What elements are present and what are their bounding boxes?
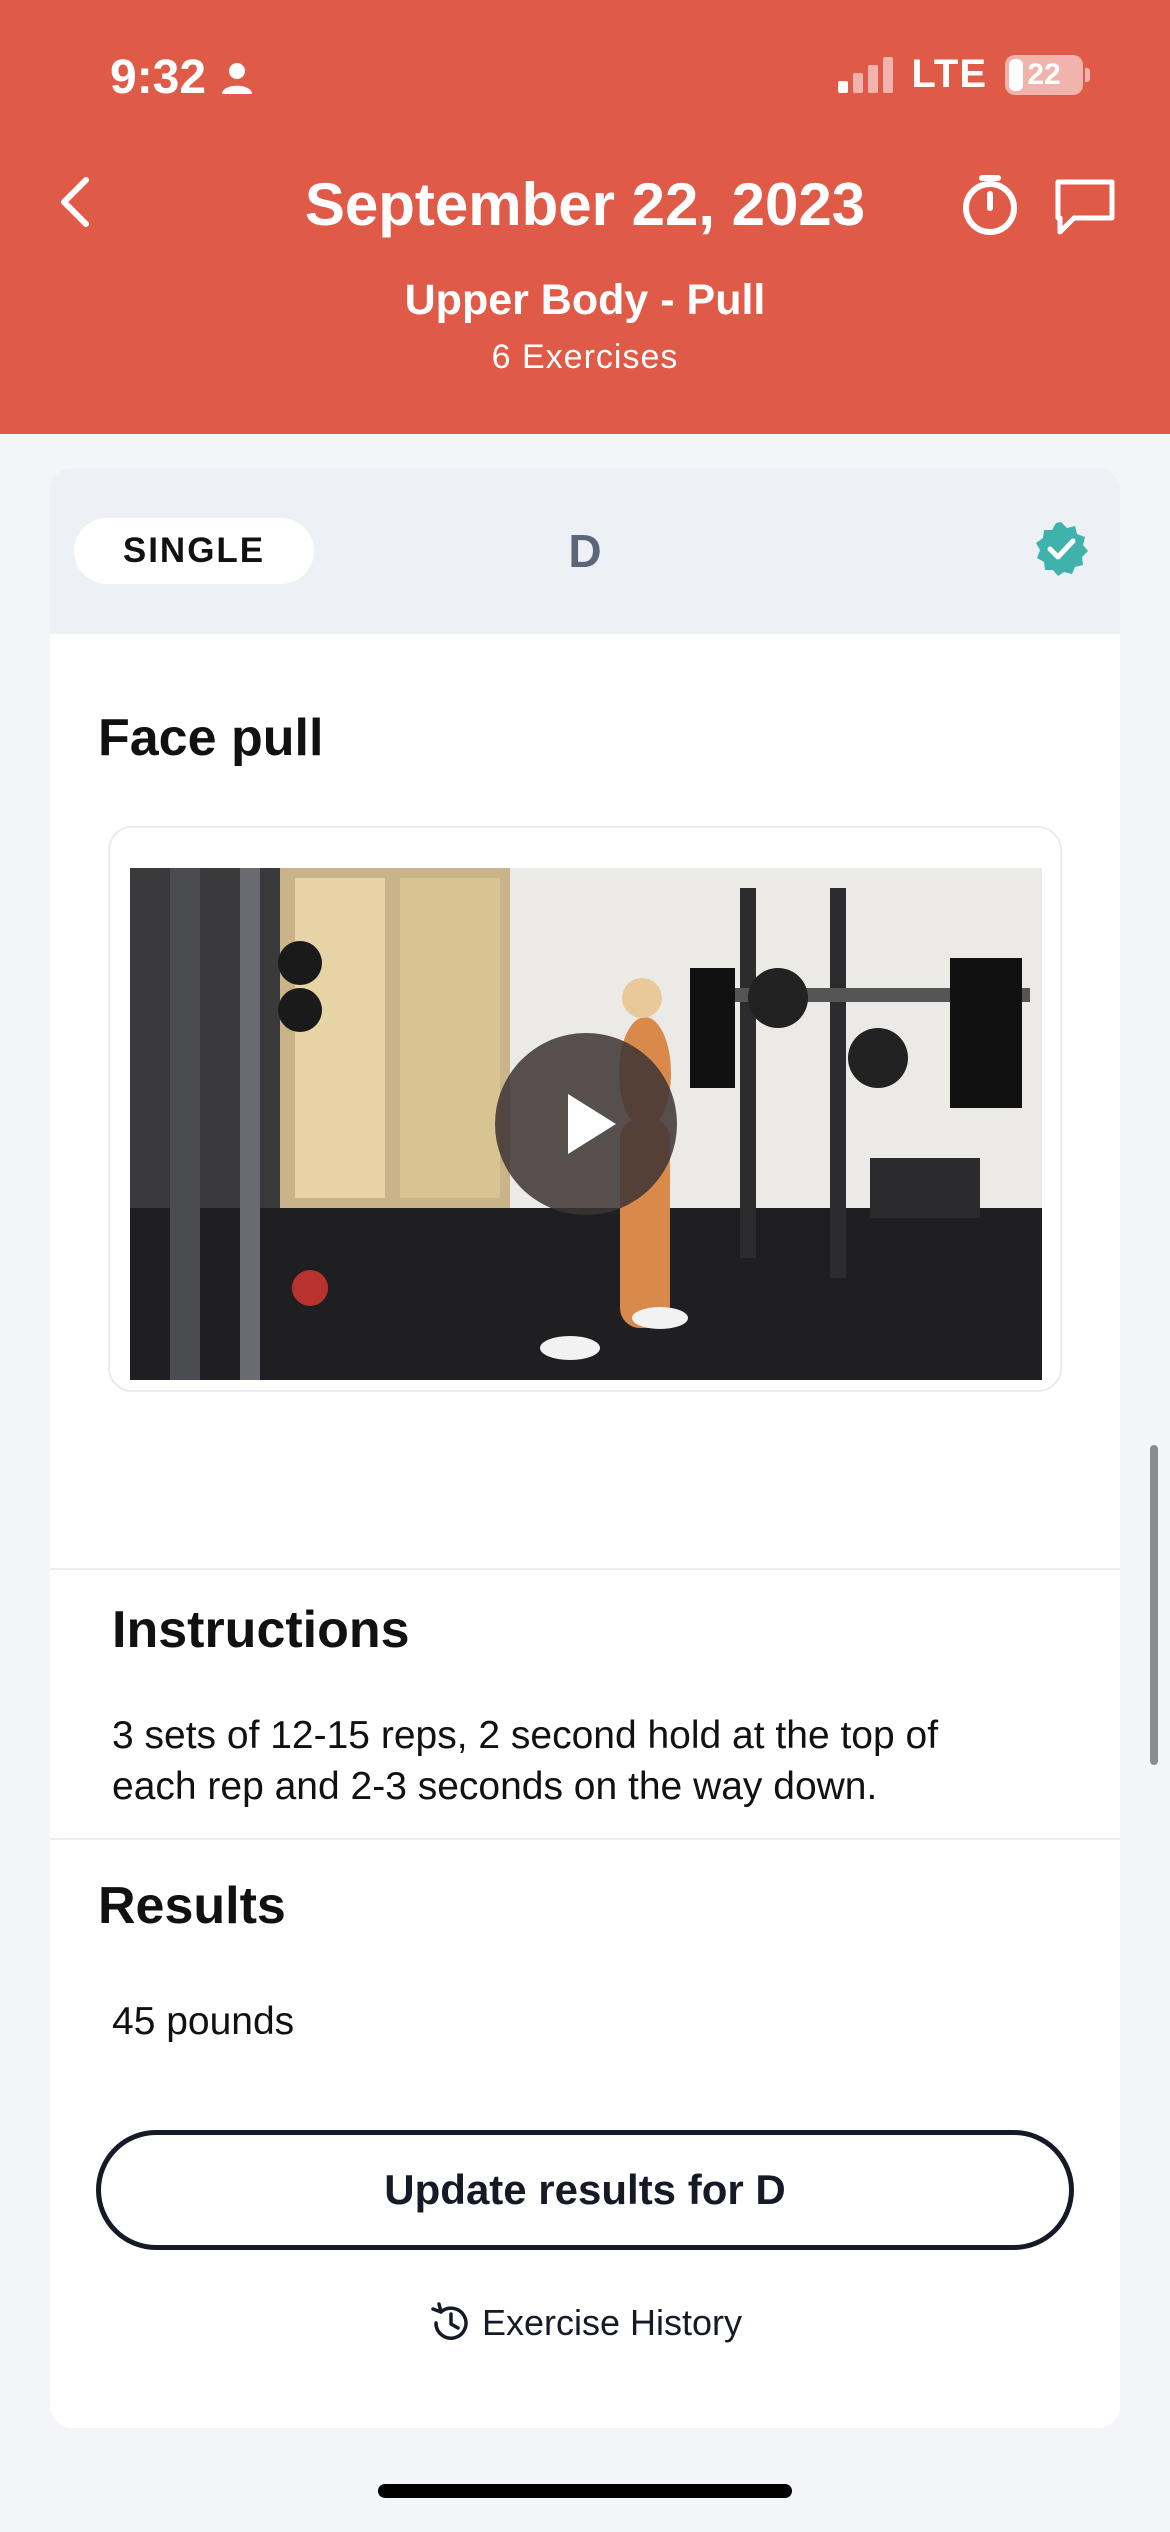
battery-icon: 22 bbox=[1005, 54, 1083, 95]
exercise-history-label: Exercise History bbox=[481, 2302, 743, 2343]
exercise-video[interactable] bbox=[130, 868, 1042, 1380]
results-heading: Results bbox=[98, 1877, 286, 1935]
exercise-card: SINGLE D Face pull Instructions 3 sets o… bbox=[50, 468, 1120, 2428]
exercise-name: Face pull bbox=[98, 709, 324, 767]
status-indicators: LTE 22 bbox=[838, 52, 1090, 97]
play-icon bbox=[568, 1094, 616, 1154]
update-results-button[interactable]: Update results for D bbox=[96, 2130, 1074, 2250]
battery-level: 22 bbox=[1027, 57, 1061, 91]
card-header: SINGLE D bbox=[50, 468, 1120, 634]
scrollbar[interactable] bbox=[1150, 1445, 1158, 1765]
instructions-line-2: each rep and 2-3 seconds on the way down… bbox=[112, 1765, 878, 1808]
workout-title: Upper Body - Pull bbox=[404, 276, 766, 324]
divider bbox=[50, 1838, 1120, 1840]
completed-check-icon bbox=[1036, 522, 1088, 576]
divider bbox=[50, 1568, 1120, 1570]
history-icon bbox=[431, 2302, 468, 2340]
play-button[interactable] bbox=[495, 1033, 677, 1215]
signal-icon bbox=[838, 56, 894, 93]
person-icon bbox=[222, 62, 253, 94]
instructions-line-1: 3 sets of 12-15 reps, 2 second hold at t… bbox=[112, 1714, 939, 1757]
app-header: 9:32 LTE 22 September 22, 2023 Upper Bod… bbox=[0, 0, 1170, 434]
stopwatch-icon[interactable] bbox=[958, 172, 1022, 236]
exercise-history-link[interactable]: Exercise History bbox=[50, 2300, 1120, 2346]
exercise-letter: D bbox=[568, 525, 602, 577]
network-label: LTE bbox=[911, 52, 987, 96]
video-container bbox=[108, 826, 1062, 1392]
status-time-label: 9:32 bbox=[110, 51, 207, 104]
results-value: 45 pounds bbox=[112, 2000, 295, 2043]
status-time: 9:32 bbox=[110, 50, 254, 105]
home-indicator[interactable] bbox=[378, 2484, 792, 2498]
instructions-heading: Instructions bbox=[112, 1601, 410, 1659]
chat-icon[interactable] bbox=[1052, 176, 1118, 238]
exercise-count: 6 Exercises bbox=[491, 338, 679, 376]
